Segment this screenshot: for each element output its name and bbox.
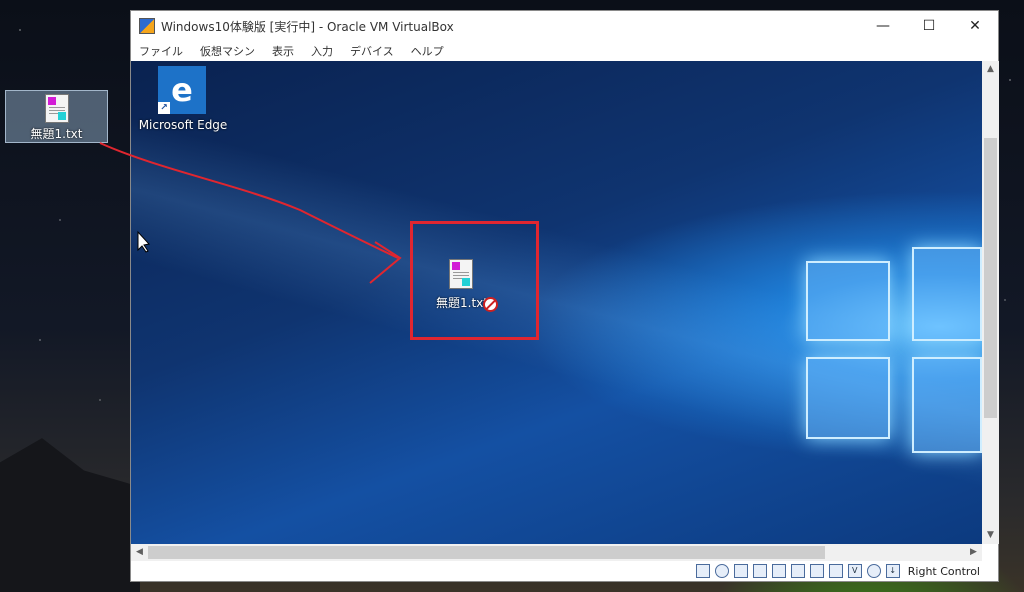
drag-arrow-annotation [99, 142, 402, 284]
